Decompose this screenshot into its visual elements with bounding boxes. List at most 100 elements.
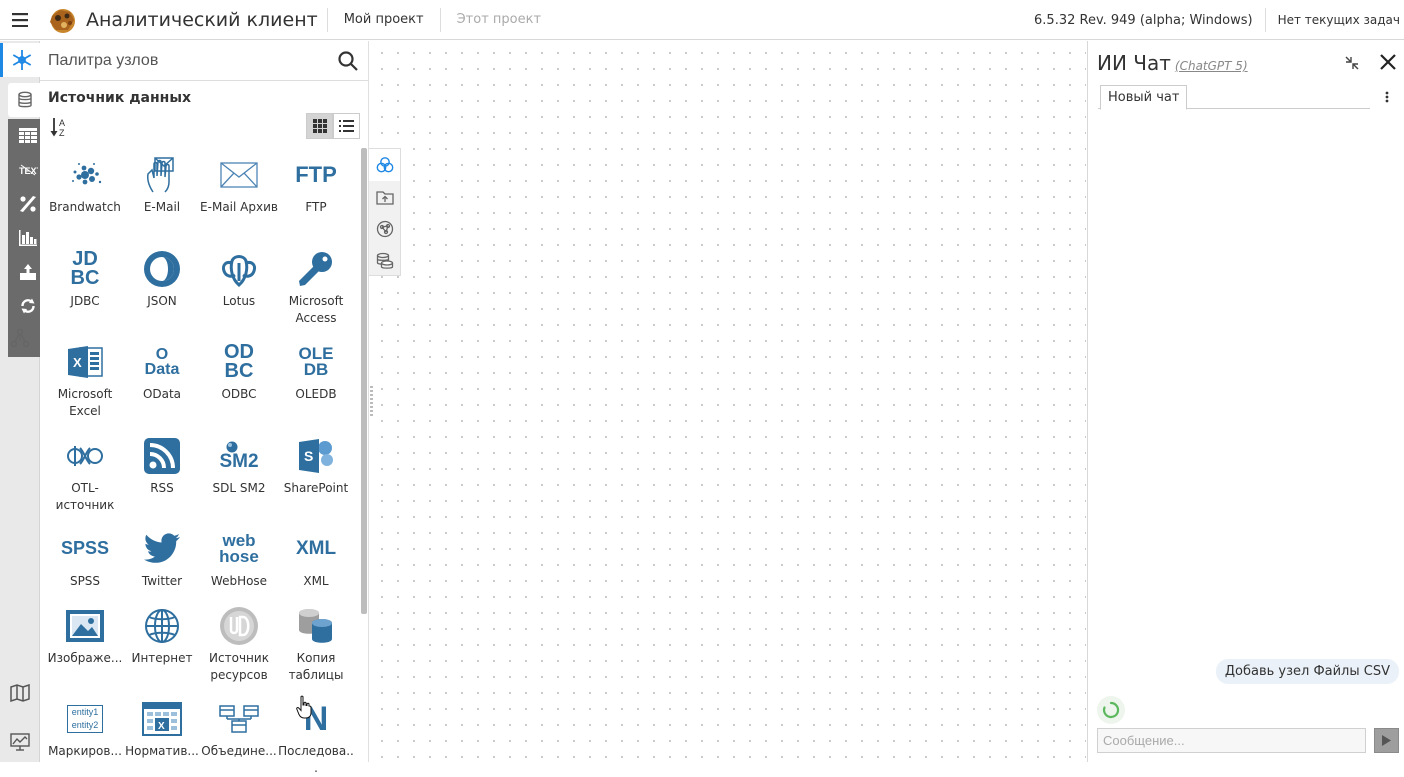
- spss-icon: SPSS: [60, 538, 110, 559]
- node-label: Lotus: [222, 294, 256, 308]
- rail-tab-map[interactable]: [0, 676, 40, 710]
- panel-splitter[interactable]: [370, 386, 373, 418]
- top-bar: Аналитический клиент Мой проект Этот про…: [0, 0, 1404, 40]
- export-icon: [20, 264, 36, 280]
- chat-title: ИИ Чат (ChatGPT 5): [1097, 51, 1248, 75]
- node-ms-excel[interactable]: X Microsoft Excel: [46, 340, 124, 420]
- normative-icon: X: [123, 697, 201, 741]
- more-vertical-icon[interactable]: [1384, 91, 1390, 103]
- node-sdl-sm2[interactable]: SM2 SDL SM2: [200, 434, 278, 497]
- node-otl[interactable]: OTL-источник: [46, 434, 124, 514]
- odbc-icon: OD BC: [224, 341, 254, 382]
- grid-icon: [312, 119, 327, 133]
- node-internet[interactable]: Интернет: [123, 604, 201, 667]
- svg-text:X: X: [73, 355, 82, 370]
- node-label: E-Mail Архив: [200, 200, 278, 214]
- node-palette-tab[interactable]: [0, 43, 40, 77]
- node-odbc[interactable]: OD BC ODBC: [200, 340, 278, 403]
- search-icon[interactable]: [337, 50, 359, 72]
- network-button[interactable]: [369, 213, 400, 245]
- table-icon: [19, 128, 37, 143]
- entity-icon: entity1 entity2: [46, 697, 124, 741]
- excel-icon: X: [46, 340, 124, 384]
- node-label: Источник ресурсов: [209, 651, 269, 682]
- tasks-status[interactable]: Нет текущих задач: [1266, 13, 1404, 27]
- tab-new-chat[interactable]: Новый чат: [1100, 85, 1188, 110]
- resource-source-icon: [200, 604, 278, 648]
- node-label: OTL-источник: [55, 481, 115, 512]
- node-ftp[interactable]: FTP FTP: [277, 153, 355, 216]
- ai-chat-panel: ИИ Чат (ChatGPT 5) Новый чат Добавь узел …: [1087, 41, 1404, 762]
- node-twitter[interactable]: Twitter: [123, 527, 201, 590]
- rail-tab-database[interactable]: [8, 83, 42, 117]
- message-input[interactable]: [1097, 728, 1366, 753]
- ftp-icon: FTP: [295, 161, 337, 187]
- database-icon: [18, 91, 32, 108]
- my-project-link[interactable]: Мой проект: [328, 12, 440, 27]
- list-view-button[interactable]: [333, 113, 360, 139]
- canvas-mini-toolbar: [369, 148, 401, 276]
- node-label: ODBC: [221, 387, 257, 401]
- node-label: E-Mail: [143, 200, 181, 214]
- grid-view-button[interactable]: [306, 113, 333, 139]
- palette-search-input[interactable]: [40, 51, 320, 70]
- node-label: Twitter: [141, 574, 183, 588]
- brandwatch-icon: [46, 153, 124, 197]
- envelope-icon: [200, 153, 278, 197]
- union-icon: [200, 697, 278, 741]
- node-label: Последова...: [278, 744, 354, 775]
- node-webhose[interactable]: web hose WebHose: [200, 527, 278, 590]
- venn-icon: [376, 157, 393, 173]
- loading-spinner-icon: [1097, 696, 1125, 724]
- node-label: OLEDB: [295, 387, 337, 401]
- menu-icon[interactable]: [0, 0, 40, 40]
- node-label: FTP: [305, 200, 327, 214]
- node-table-copy[interactable]: Копия таблицы: [277, 604, 355, 684]
- this-project-link[interactable]: Этот проект: [441, 12, 557, 27]
- rail-tab-dashboard[interactable]: [0, 725, 40, 759]
- node-odata[interactable]: O Data OData: [123, 340, 201, 403]
- node-lotus[interactable]: Lotus: [200, 247, 278, 310]
- node-union[interactable]: Объедине...: [200, 697, 278, 760]
- node-label: Маркиров...: [48, 744, 122, 758]
- node-sequence[interactable]: N Последова...: [277, 697, 355, 777]
- node-normative[interactable]: X Норматив...: [123, 697, 201, 760]
- palette-scrollbar[interactable]: [361, 148, 367, 614]
- list-icon: [339, 120, 354, 132]
- workflow-canvas[interactable]: [370, 41, 1086, 762]
- close-icon[interactable]: [1378, 52, 1398, 72]
- node-resource-source[interactable]: Источник ресурсов: [200, 604, 278, 684]
- node-image[interactable]: Изображе...: [46, 604, 124, 667]
- node-jdbc[interactable]: JD BC JDBC: [46, 247, 124, 310]
- node-spss[interactable]: SPSS SPSS: [46, 527, 124, 590]
- node-label: Brandwatch: [49, 200, 121, 214]
- node-label: Microsoft Excel: [57, 387, 113, 418]
- node-xml[interactable]: XML XML: [277, 527, 355, 590]
- chat-model-link[interactable]: (ChatGPT 5): [1175, 59, 1248, 73]
- node-oledb[interactable]: OLE DB OLEDB: [277, 340, 355, 403]
- folder-upload-button[interactable]: [369, 181, 400, 213]
- sort-az-icon[interactable]: A Z: [50, 116, 70, 138]
- node-rss[interactable]: RSS: [123, 434, 201, 497]
- node-sharepoint[interactable]: S SharePoint: [277, 434, 355, 497]
- svg-text:Z: Z: [59, 128, 65, 138]
- database-stack-button[interactable]: [369, 245, 400, 277]
- chat-tabs: Новый чат: [1098, 83, 1370, 110]
- folder-upload-icon: [375, 190, 394, 205]
- oledb-icon: OLE DB: [298, 343, 334, 379]
- svg-text:X: X: [158, 721, 165, 732]
- table-copy-icon: [277, 604, 355, 648]
- node-email-archive[interactable]: E-Mail Архив: [200, 153, 278, 216]
- node-ms-access[interactable]: Microsoft Access: [277, 247, 355, 327]
- send-button[interactable]: [1374, 728, 1399, 753]
- node-email[interactable]: E-Mail: [123, 153, 201, 216]
- node-brandwatch[interactable]: Brandwatch: [46, 153, 124, 216]
- svg-text:A: A: [59, 118, 65, 128]
- node-marking[interactable]: entity1 entity2 Маркиров...: [46, 697, 124, 760]
- version-label: 6.5.32 Rev. 949 (alpha; Windows): [1034, 12, 1253, 28]
- rail-tab-model[interactable]: [0, 321, 40, 355]
- collapse-icon[interactable]: [1344, 55, 1360, 71]
- node-json[interactable]: JSON: [123, 247, 201, 310]
- venn-button[interactable]: [369, 149, 400, 181]
- user-message-bubble: Добавь узел Файлы CSV: [1215, 659, 1399, 684]
